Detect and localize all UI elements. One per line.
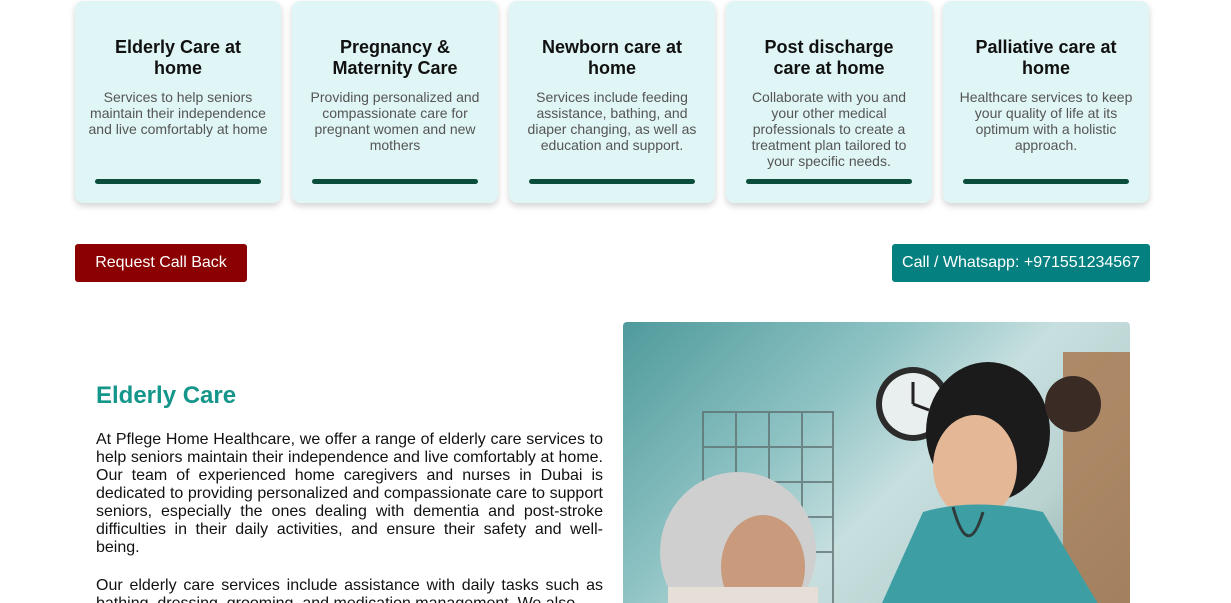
card-accent-bar <box>963 179 1129 184</box>
section-title: Elderly Care <box>96 382 237 409</box>
card-accent-bar <box>529 179 695 184</box>
service-card-post-discharge[interactable]: Post discharge care at home Collaborate … <box>726 1 932 203</box>
caregiver-photo <box>623 322 1130 603</box>
service-card-pregnancy[interactable]: Pregnancy & Maternity Care Providing per… <box>292 1 498 203</box>
card-title: Newborn care at home <box>541 37 683 78</box>
card-description: Services include feeding assistance, bat… <box>527 89 697 153</box>
card-description: Collaborate with you and your other medi… <box>751 89 907 169</box>
card-title: Palliative care at home <box>975 37 1117 78</box>
card-title: Pregnancy & Maternity Care <box>332 37 458 78</box>
service-cards: Elderly Care at home Services to help se… <box>75 1 1149 203</box>
card-description: Healthcare services to keep your quality… <box>959 89 1133 153</box>
card-accent-bar <box>746 179 912 184</box>
section-paragraph: Our elderly care services include assist… <box>96 577 603 603</box>
request-call-back-button[interactable]: Request Call Back <box>75 244 247 282</box>
section-paragraph: At Pflege Home Healthcare, we offer a ra… <box>96 431 603 556</box>
card-description: Services to help seniors maintain their … <box>88 89 268 137</box>
service-card-palliative[interactable]: Palliative care at home Healthcare servi… <box>943 1 1149 203</box>
service-card-elderly[interactable]: Elderly Care at home Services to help se… <box>75 1 281 203</box>
card-accent-bar <box>312 179 478 184</box>
card-description: Providing personalized and compassionate… <box>310 89 480 153</box>
service-card-newborn[interactable]: Newborn care at home Services include fe… <box>509 1 715 203</box>
card-accent-bar <box>95 179 261 184</box>
call-whatsapp-button[interactable]: Call / Whatsapp: +971551234567 <box>892 244 1150 282</box>
card-title: Post discharge care at home <box>764 37 894 78</box>
card-title: Elderly Care at home <box>114 37 242 78</box>
